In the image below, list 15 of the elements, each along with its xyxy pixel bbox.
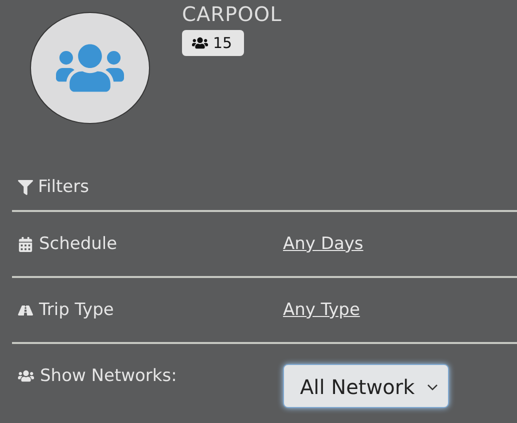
chevron-icon xyxy=(426,384,438,390)
filter-icon xyxy=(18,180,33,194)
filter-label: Schedule xyxy=(39,234,118,254)
road-icon xyxy=(18,302,33,318)
member-count: 15 xyxy=(213,34,232,52)
filter-label: Trip Type xyxy=(39,300,114,320)
users-icon xyxy=(18,368,34,384)
filter-value-link[interactable]: Any Days xyxy=(283,234,364,254)
filter-value-link[interactable]: Any Type xyxy=(283,300,360,320)
filter-label: Show Networks: xyxy=(40,366,177,386)
users-icon xyxy=(192,35,208,51)
group-title: CARPOOL xyxy=(182,2,282,26)
calendar-icon xyxy=(18,236,33,252)
network-select[interactable]: All Network xyxy=(283,364,449,408)
filters-heading: Filters xyxy=(38,177,89,197)
